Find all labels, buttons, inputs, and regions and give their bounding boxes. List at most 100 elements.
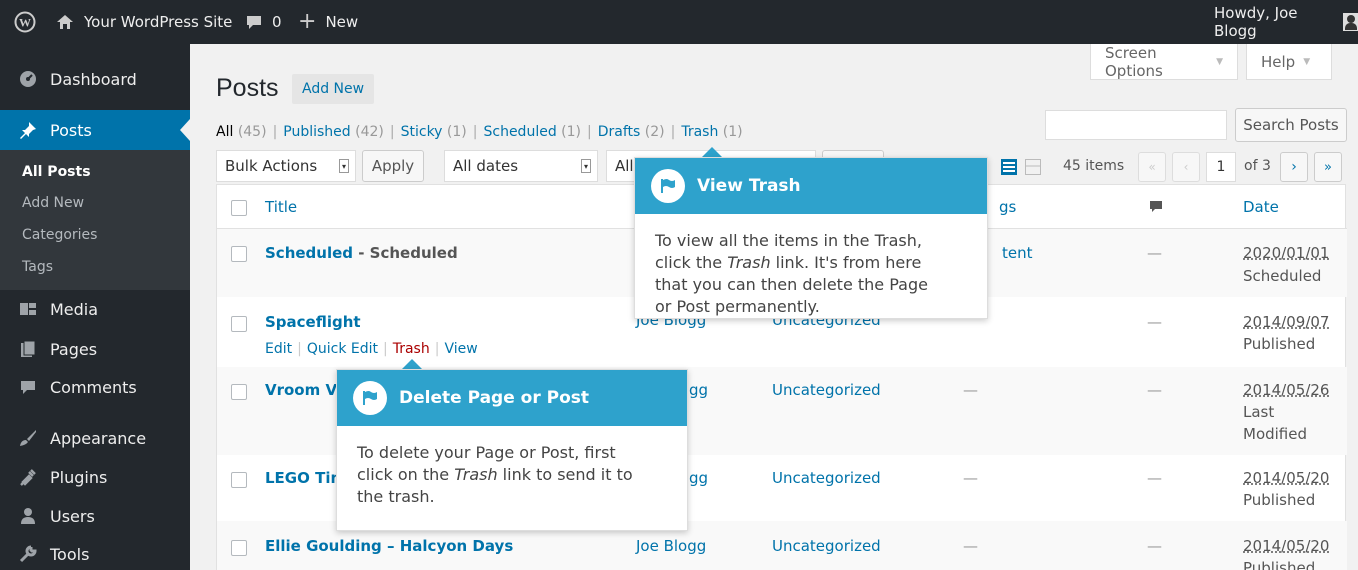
excerpt-view-icon[interactable]	[1024, 158, 1042, 176]
post-status: Last	[1243, 403, 1275, 421]
view-drafts[interactable]: Drafts	[598, 124, 641, 140]
site-name-link[interactable]: Your WordPress Site	[56, 0, 232, 44]
current-page-input[interactable]: 1	[1206, 152, 1236, 182]
post-title-link[interactable]: Vroom Vr	[265, 381, 344, 399]
sidebar-item-users[interactable]: Users	[0, 497, 190, 535]
bulk-actions-select[interactable]: Bulk Actions ▾	[216, 150, 356, 182]
sidebar-item-plugins[interactable]: Plugins	[0, 458, 190, 496]
post-state: - Scheduled	[353, 244, 458, 262]
first-page-button[interactable]: «	[1138, 152, 1166, 182]
category-link[interactable]: Uncategorized	[772, 469, 881, 487]
comments-link[interactable]: 0	[246, 0, 282, 44]
post-status: Published	[1243, 559, 1316, 570]
sidebar-item-label: Users	[50, 506, 95, 526]
page-title: Posts	[216, 74, 279, 102]
media-icon	[18, 299, 38, 319]
separator: |	[587, 124, 592, 140]
sidebar-item-label: Tools	[50, 544, 90, 564]
site-name: Your WordPress Site	[84, 13, 233, 31]
row-checkbox[interactable]	[231, 384, 247, 400]
quick-edit-link[interactable]: Quick Edit	[307, 341, 378, 357]
sidebar-item-comments[interactable]: Comments	[0, 368, 190, 406]
apply-button[interactable]: Apply	[362, 150, 424, 182]
view-link[interactable]: View	[444, 341, 477, 357]
submenu-tags[interactable]: Tags	[22, 259, 53, 275]
sidebar-item-media[interactable]: Media	[0, 290, 190, 328]
comments-count: —	[1147, 381, 1162, 399]
view-sticky[interactable]: Sticky	[401, 124, 443, 140]
submenu-categories[interactable]: Categories	[22, 227, 97, 243]
post-title-link[interactable]: LEGO Tim	[265, 469, 346, 487]
submenu-all-posts[interactable]: All Posts	[22, 164, 91, 180]
comment-icon	[246, 15, 262, 30]
view-published[interactable]: Published	[283, 124, 350, 140]
plugin-icon	[18, 467, 38, 487]
callout-body: To delete your Page or Post, first click…	[357, 442, 633, 508]
comment-icon[interactable]	[1149, 199, 1163, 218]
last-page-button[interactable]: »	[1314, 152, 1342, 182]
help-label: Help	[1261, 52, 1296, 71]
trash-link[interactable]: Trash	[393, 341, 430, 357]
dates-value: All dates	[453, 157, 519, 175]
dates-filter-select[interactable]: All dates ▾	[444, 150, 598, 182]
sidebar-item-dashboard[interactable]: Dashboard	[0, 60, 190, 98]
view-count: (45)	[237, 124, 267, 140]
pages-icon	[18, 339, 38, 359]
category-link[interactable]: Uncategorized	[772, 381, 881, 399]
author-link[interactable]: gg	[689, 381, 708, 399]
callout-line: the trash.	[357, 487, 435, 506]
search-input[interactable]	[1045, 110, 1227, 140]
post-title-link[interactable]: Scheduled	[265, 244, 353, 262]
row-checkbox[interactable]	[231, 540, 247, 556]
view-all[interactable]: All	[216, 124, 233, 140]
row-checkbox[interactable]	[231, 472, 247, 488]
home-icon	[56, 14, 74, 30]
row-actions: Edit | Quick Edit | Trash | View	[265, 341, 478, 357]
status-filter-links: All (45) | Published (42) | Sticky (1) | Sched…	[216, 124, 743, 140]
sidebar-item-appearance[interactable]: Appearance	[0, 419, 190, 457]
submenu-add-new[interactable]: Add New	[22, 195, 84, 211]
author-link[interactable]: gg	[689, 469, 708, 487]
plus-icon: +	[298, 9, 317, 34]
separator: |	[670, 124, 676, 140]
view-trash-callout: View Trash To view all the items in the …	[634, 157, 988, 319]
column-date[interactable]: Date	[1243, 198, 1279, 216]
row-checkbox[interactable]	[231, 316, 247, 332]
category-link[interactable]: Uncategorized	[772, 537, 881, 555]
add-new-button[interactable]: Add New	[292, 74, 375, 104]
post-status: Published	[1243, 335, 1316, 353]
chevron-down-icon: ▼	[1303, 56, 1311, 67]
edit-link[interactable]: Edit	[265, 341, 292, 357]
post-title-link[interactable]: Spaceflight	[265, 313, 361, 331]
list-view-icon[interactable]	[1000, 158, 1018, 176]
view-trash[interactable]: Trash	[681, 124, 718, 140]
sidebar-item-pages[interactable]: Pages	[0, 330, 190, 368]
wordpress-logo-icon[interactable]: W	[14, 0, 36, 44]
column-title[interactable]: Title	[265, 198, 297, 216]
sidebar-item-tools[interactable]: Tools	[0, 535, 190, 570]
callout-title: View Trash	[697, 176, 801, 196]
author-link[interactable]: Joe Blogg	[636, 537, 706, 555]
admin-bar: W Your WordPress Site 0 + New Howdy, Joe…	[0, 0, 1358, 44]
help-button[interactable]: Help ▼	[1246, 44, 1332, 80]
screen-options-button[interactable]: Screen Options ▼	[1090, 44, 1238, 80]
row-checkbox[interactable]	[231, 246, 247, 262]
new-content-link[interactable]: + New	[298, 0, 358, 44]
post-status: Scheduled	[1243, 267, 1322, 285]
prev-page-button[interactable]: ‹	[1172, 152, 1200, 182]
sidebar-item-label: Appearance	[50, 428, 147, 448]
search-posts-button[interactable]: Search Posts	[1235, 108, 1347, 142]
select-all-checkbox[interactable]	[231, 200, 247, 216]
callout-line: To delete your Page or Post, first	[357, 443, 616, 462]
view-scheduled[interactable]: Scheduled	[483, 124, 556, 140]
next-page-button[interactable]: ›	[1280, 152, 1308, 182]
separator: |	[383, 341, 388, 357]
separator: |	[472, 124, 478, 140]
tags-link[interactable]: tent	[1002, 244, 1033, 262]
post-title-link[interactable]: Ellie Goulding – Halcyon Days	[265, 537, 513, 555]
account-menu[interactable]: Howdy, Joe Blogg	[1214, 0, 1358, 44]
delete-callout: Delete Page or Post To delete your Page …	[336, 369, 688, 531]
callout-body: To view all the items in the Trash, clic…	[655, 230, 928, 318]
flag-icon	[651, 169, 685, 203]
sidebar-item-posts[interactable]: Posts	[0, 110, 190, 150]
